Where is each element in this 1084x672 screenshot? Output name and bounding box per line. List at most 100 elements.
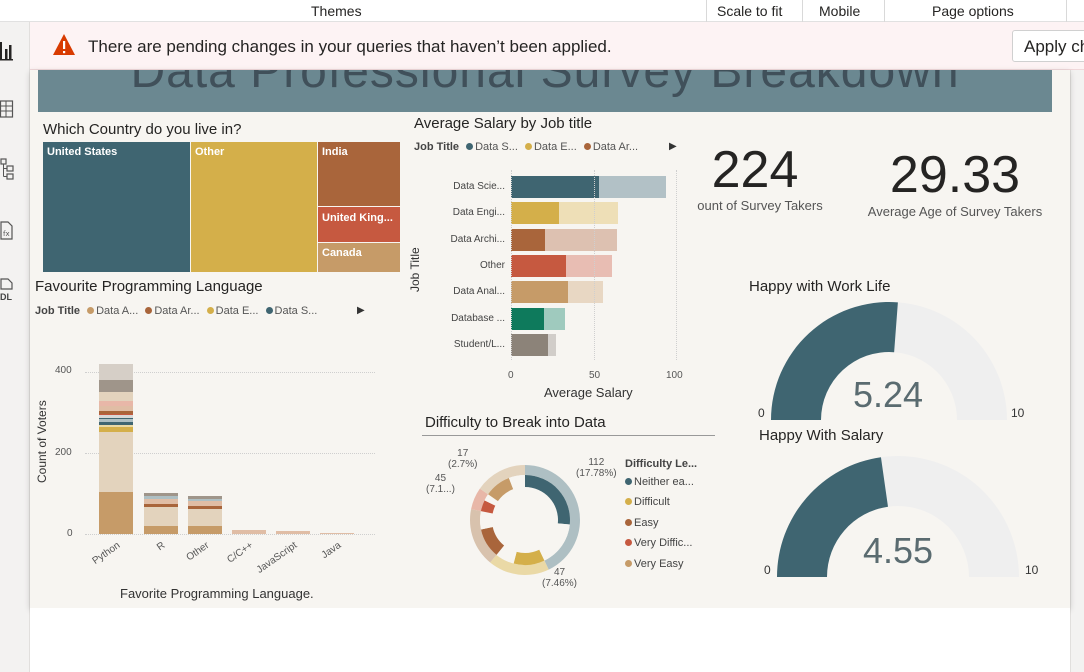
salary-bar-segment[interactable] bbox=[511, 333, 548, 356]
difficulty-legend-item[interactable]: Difficult bbox=[625, 496, 670, 508]
pending-changes-message: There are pending changes in your querie… bbox=[88, 37, 612, 56]
treemap-tile-other[interactable]: Other bbox=[191, 142, 317, 272]
salary-bar-segment[interactable] bbox=[511, 254, 567, 277]
programming-bar-segment[interactable] bbox=[144, 504, 178, 508]
salary-bar-segment[interactable] bbox=[511, 307, 544, 330]
difficulty-legend-item[interactable]: Easy bbox=[625, 517, 658, 529]
salary-bar-segment[interactable] bbox=[511, 281, 569, 304]
programming-chart-title: Favourite Programming Language bbox=[35, 278, 263, 295]
programming-bar-segment[interactable] bbox=[276, 530, 310, 534]
programming-bar-segment[interactable] bbox=[188, 505, 222, 509]
programming-bar-segment[interactable] bbox=[188, 508, 222, 527]
legend-dot bbox=[87, 307, 95, 314]
programming-legend-item[interactable]: Data S... bbox=[275, 305, 318, 317]
programming-y-tick: 200 bbox=[55, 447, 72, 458]
legend-next-arrow-icon[interactable]: ▶ bbox=[669, 141, 677, 152]
programming-bar-segment[interactable] bbox=[320, 533, 354, 534]
salary-category-label: Data Engi... bbox=[452, 207, 505, 219]
programming-y-axis-label: Count of Voters bbox=[35, 400, 49, 483]
salary-bar-segment[interactable] bbox=[511, 202, 560, 225]
salary-bar-segment[interactable] bbox=[511, 176, 600, 198]
dax-query-icon[interactable]: fx bbox=[0, 219, 18, 241]
programming-bar-segment[interactable] bbox=[99, 400, 133, 407]
programming-bar-segment[interactable] bbox=[188, 501, 222, 506]
treemap-tile-united-kingdom[interactable]: United King... bbox=[318, 207, 400, 242]
programming-bar-segment[interactable] bbox=[144, 525, 178, 534]
treemap-tile-india[interactable]: India bbox=[318, 142, 400, 206]
difficulty-legend-item[interactable]: Very Diffic... bbox=[625, 537, 692, 549]
programming-bar-segment[interactable] bbox=[232, 529, 266, 534]
ribbon-separator bbox=[706, 0, 707, 22]
table-view-icon[interactable] bbox=[0, 98, 18, 120]
programming-legend: Job Title Data A... Data Ar... Data E...… bbox=[35, 305, 317, 317]
difficulty-legend-item[interactable]: Very Easy bbox=[625, 558, 684, 570]
legend-next-arrow-icon[interactable]: ▶ bbox=[357, 305, 365, 316]
programming-legend-item[interactable]: Data E... bbox=[216, 305, 259, 317]
scale-to-fit-button[interactable]: Scale to fit bbox=[717, 3, 782, 19]
programming-legend-item[interactable]: Data A... bbox=[96, 305, 138, 317]
programming-bar-segment[interactable] bbox=[99, 419, 133, 422]
salary-x-tick: 0 bbox=[508, 370, 514, 381]
country-treemap-title: Which Country do you live in? bbox=[43, 121, 242, 138]
treemap-tile-canada[interactable]: Canada bbox=[318, 243, 400, 272]
programming-bar-segment[interactable] bbox=[99, 421, 133, 425]
donut-label-percent: (7.46%) bbox=[542, 578, 578, 589]
programming-bar-segment[interactable] bbox=[144, 496, 178, 500]
programming-bar-segment[interactable] bbox=[188, 498, 222, 502]
report-canvas[interactable]: Data Professional Survey Breakdown Which… bbox=[30, 70, 1070, 608]
salary-legend-item[interactable]: Data E... bbox=[534, 141, 577, 153]
report-view-icon[interactable] bbox=[0, 40, 18, 62]
difficulty-donut-chart[interactable] bbox=[460, 455, 590, 585]
programming-bar-segment[interactable] bbox=[99, 379, 133, 392]
title-underline bbox=[422, 435, 715, 436]
programming-bar-segment[interactable] bbox=[99, 415, 133, 418]
salary-legend-item[interactable]: Data Ar... bbox=[593, 141, 638, 153]
programming-bar-segment[interactable] bbox=[144, 507, 178, 526]
programming-bar-segment[interactable] bbox=[188, 526, 222, 534]
programming-bar-segment[interactable] bbox=[99, 432, 133, 493]
salary-legend-item[interactable]: Data S... bbox=[475, 141, 518, 153]
salary-bar-segment[interactable] bbox=[511, 228, 545, 251]
salary-legend: Job Title Data S... Data E... Data Ar... bbox=[414, 141, 638, 153]
programming-bar-segment[interactable] bbox=[99, 406, 133, 411]
legend-dot bbox=[625, 478, 632, 485]
ribbon-bar: Themes Scale to fit Mobile Page options bbox=[0, 0, 1084, 22]
themes-button[interactable]: Themes bbox=[311, 3, 362, 19]
legend-item-label: Easy bbox=[634, 517, 659, 529]
programming-bar-segment[interactable] bbox=[99, 411, 133, 415]
programming-bar-segment[interactable] bbox=[99, 424, 133, 428]
programming-bar-segment[interactable] bbox=[99, 391, 133, 401]
ribbon-separator bbox=[884, 0, 885, 22]
programming-legend-item[interactable]: Data Ar... bbox=[154, 305, 199, 317]
difficulty-legend-item[interactable]: Neither ea... bbox=[625, 476, 694, 488]
happy-work-value: 5.24 bbox=[852, 374, 924, 415]
programming-bar-segment[interactable] bbox=[99, 414, 133, 416]
salary-x-tick: 50 bbox=[589, 370, 601, 381]
donut-label-value: 45 bbox=[434, 473, 447, 484]
apply-changes-button[interactable]: Apply changes bbox=[1012, 30, 1084, 62]
page-options-button[interactable]: Page options bbox=[932, 3, 1014, 19]
programming-bar-segment[interactable] bbox=[99, 363, 133, 380]
donut-label-value: 17 bbox=[457, 448, 469, 459]
salary-legend-title: Job Title bbox=[414, 141, 460, 153]
happy-work-title: Happy with Work Life bbox=[749, 278, 891, 295]
programming-bar-segment[interactable] bbox=[188, 495, 222, 499]
programming-y-tick: 400 bbox=[55, 365, 72, 376]
programming-bar-segment[interactable] bbox=[99, 427, 133, 433]
programming-bar-segment[interactable] bbox=[144, 499, 178, 505]
treemap-tile-united-states[interactable]: United States bbox=[43, 142, 190, 272]
gauge-max-label: 10 bbox=[1025, 563, 1039, 577]
salary-x-tick: 100 bbox=[666, 370, 683, 381]
programming-bar-segment[interactable] bbox=[99, 417, 133, 420]
donut-inner-gap bbox=[480, 511, 493, 530]
mobile-button[interactable]: Mobile bbox=[819, 3, 860, 19]
legend-item-label: Very Diffic... bbox=[634, 537, 693, 549]
salary-category-label: Data Scie... bbox=[453, 181, 505, 192]
programming-bar-segment[interactable] bbox=[144, 493, 178, 497]
model-view-icon[interactable] bbox=[0, 158, 18, 180]
canvas-background bbox=[30, 608, 1070, 672]
legend-dot bbox=[625, 519, 632, 526]
average-age-value: 29.33 bbox=[889, 146, 1021, 204]
donut-label: 17 (2.7%) bbox=[448, 448, 477, 470]
programming-bar-segment[interactable] bbox=[99, 492, 133, 534]
